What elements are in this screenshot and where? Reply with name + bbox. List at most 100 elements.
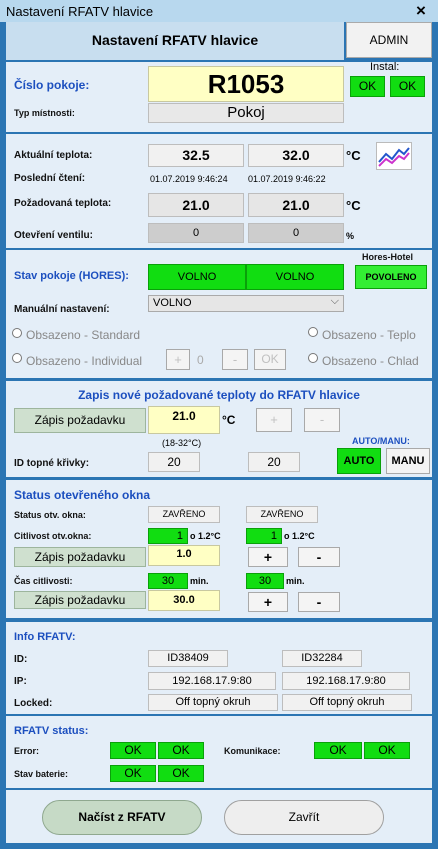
auto-manu-label: AUTO/MANU: bbox=[352, 436, 410, 446]
radio-obsazeno-standard[interactable] bbox=[12, 328, 22, 338]
window-status-title: Status otevřeného okna bbox=[14, 488, 151, 502]
info-id-2: ID32284 bbox=[282, 650, 362, 667]
requested-temp-label: Požadovaná teplota: bbox=[14, 198, 112, 209]
requested-temp-unit: °C bbox=[346, 198, 361, 213]
last-read-1: 01.07.2019 9:46:24 bbox=[150, 174, 228, 184]
battery-ok-2: OK bbox=[158, 765, 204, 782]
valve-label: Otevření ventilu: bbox=[14, 230, 93, 241]
error-label: Error: bbox=[14, 746, 40, 756]
valve-unit: % bbox=[346, 231, 355, 241]
valve-value-2: 0 bbox=[248, 223, 344, 243]
current-temp-2: 32.0 bbox=[248, 144, 344, 167]
info-ip-1: 192.168.17.9:80 bbox=[148, 672, 276, 690]
room-number: R1053 bbox=[148, 66, 344, 102]
valve-value-1: 0 bbox=[148, 223, 244, 243]
communication-ok-1: OK bbox=[314, 742, 362, 759]
radio-obsazeno-teplo-label: Obsazeno - Teplo bbox=[322, 328, 416, 342]
hores-hotel-label: Hores-Hotel bbox=[362, 252, 414, 262]
sensitivity-time-unit-1: min. bbox=[190, 576, 209, 586]
window-status-label: Status otv. okna: bbox=[14, 510, 86, 520]
info-ip-label: IP: bbox=[14, 676, 27, 687]
info-ip-2: 192.168.17.9:80 bbox=[282, 672, 410, 690]
individual-value: 0 bbox=[197, 353, 204, 367]
window-sensitivity-1: 1 bbox=[148, 528, 188, 544]
radio-obsazeno-individual[interactable] bbox=[12, 353, 22, 363]
info-id-label: ID: bbox=[14, 654, 28, 665]
time-input[interactable]: 30.0 bbox=[148, 590, 220, 611]
window-title: Nastavení RFATV hlavice bbox=[6, 4, 154, 19]
last-read-label: Poslední čtení: bbox=[14, 173, 86, 184]
info-locked-1: Off topný okruh bbox=[148, 694, 278, 711]
communication-ok-2: OK bbox=[364, 742, 410, 759]
write-temp-button[interactable]: Zápis požadavku bbox=[14, 408, 146, 433]
room-type-label: Typ místnosti: bbox=[14, 108, 75, 118]
individual-plus-button[interactable]: + bbox=[166, 349, 190, 370]
individual-minus-button[interactable]: - bbox=[222, 349, 248, 370]
instal-label: Instal: bbox=[370, 61, 400, 73]
header-title: Nastavení RFATV hlavice bbox=[91, 32, 259, 48]
radio-obsazeno-teplo[interactable] bbox=[308, 327, 318, 337]
info-title: Info RFATV: bbox=[14, 631, 76, 643]
manual-setting-value: VOLNO bbox=[153, 297, 192, 309]
rfatv-status-title: RFATV status: bbox=[14, 725, 89, 737]
requested-temp-1: 21.0 bbox=[148, 193, 244, 217]
room-number-label: Číslo pokoje: bbox=[14, 78, 90, 92]
trend-chart-icon[interactable] bbox=[376, 142, 412, 170]
sensitivity-time-label: Čas citlivosti: bbox=[14, 576, 73, 586]
sensitivity-plus-button[interactable]: + bbox=[248, 547, 288, 567]
manu-button[interactable]: MANU bbox=[386, 448, 430, 474]
load-from-rfatv-button[interactable]: Načíst z RFATV bbox=[42, 800, 202, 835]
hores-status-1: VOLNO bbox=[148, 264, 246, 290]
close-button[interactable]: Zavřít bbox=[224, 800, 384, 835]
instal-ok-1: OK bbox=[350, 76, 385, 97]
write-temp-plus-button[interactable]: + bbox=[256, 408, 292, 432]
sensitivity-minus-button[interactable]: - bbox=[298, 547, 340, 567]
window-sensitivity-label: Citlivost otv.okna: bbox=[14, 531, 92, 541]
error-ok-2: OK bbox=[158, 742, 204, 759]
battery-ok-1: OK bbox=[110, 765, 156, 782]
write-temp-range: (18-32°C) bbox=[162, 438, 202, 448]
battery-label: Stav baterie: bbox=[14, 769, 69, 779]
sensitivity-time-unit-2: min. bbox=[286, 576, 305, 586]
window-sensitivity-unit-1: o 1.2°C bbox=[190, 531, 221, 541]
hores-status-2: VOLNO bbox=[246, 264, 344, 290]
requested-temp-2: 21.0 bbox=[248, 193, 344, 217]
last-read-2: 01.07.2019 9:46:22 bbox=[248, 174, 326, 184]
curve-id-2: 20 bbox=[248, 452, 300, 472]
room-type: Pokoj bbox=[148, 103, 344, 123]
sensitivity-time-2: 30 bbox=[246, 573, 284, 589]
auto-button[interactable]: AUTO bbox=[337, 448, 381, 474]
time-minus-button[interactable]: - bbox=[298, 592, 340, 612]
write-temp-minus-button[interactable]: - bbox=[304, 408, 340, 432]
manual-setting-label: Manuální nastavení: bbox=[14, 304, 110, 315]
current-temp-unit: °C bbox=[346, 148, 361, 163]
radio-obsazeno-chlad[interactable] bbox=[308, 353, 318, 363]
admin-tab[interactable]: ADMIN bbox=[346, 22, 432, 58]
individual-ok-button[interactable]: OK bbox=[254, 349, 286, 370]
window-status-2: ZAVŘENO bbox=[246, 506, 318, 523]
current-temp-1: 32.5 bbox=[148, 144, 244, 167]
radio-obsazeno-standard-label: Obsazeno - Standard bbox=[26, 328, 141, 342]
sensitivity-time-1: 30 bbox=[148, 573, 188, 589]
write-temp-title: Zapis nové požadované teploty do RFATV h… bbox=[78, 388, 360, 402]
radio-obsazeno-chlad-label: Obsazeno - Chlad bbox=[322, 354, 419, 368]
current-temp-label: Aktuální teplota: bbox=[14, 150, 93, 161]
write-sensitivity-button[interactable]: Zápis požadavku bbox=[14, 547, 146, 567]
manual-setting-select[interactable]: VOLNO ⌵ bbox=[148, 295, 344, 312]
write-temp-input[interactable]: 21.0 bbox=[148, 406, 220, 434]
povoleno-button[interactable]: POVOLENO bbox=[355, 265, 427, 289]
radio-obsazeno-individual-label: Obsazeno - Individual bbox=[26, 354, 143, 368]
error-ok-1: OK bbox=[110, 742, 156, 759]
hores-label: Stav pokoje (HORES): bbox=[14, 270, 129, 282]
info-locked-label: Locked: bbox=[14, 698, 53, 709]
close-icon[interactable]: × bbox=[416, 1, 426, 21]
info-locked-2: Off topný okruh bbox=[282, 694, 412, 711]
chevron-down-icon: ⌵ bbox=[330, 295, 339, 307]
write-temp-unit: °C bbox=[222, 413, 236, 427]
write-time-button[interactable]: Zápis požadavku bbox=[14, 591, 146, 609]
info-id-1: ID38409 bbox=[148, 650, 228, 667]
sensitivity-input[interactable]: 1.0 bbox=[148, 545, 220, 566]
curve-id-label: ID topné křivky: bbox=[14, 458, 90, 469]
time-plus-button[interactable]: + bbox=[248, 592, 288, 612]
instal-ok-2: OK bbox=[390, 76, 425, 97]
